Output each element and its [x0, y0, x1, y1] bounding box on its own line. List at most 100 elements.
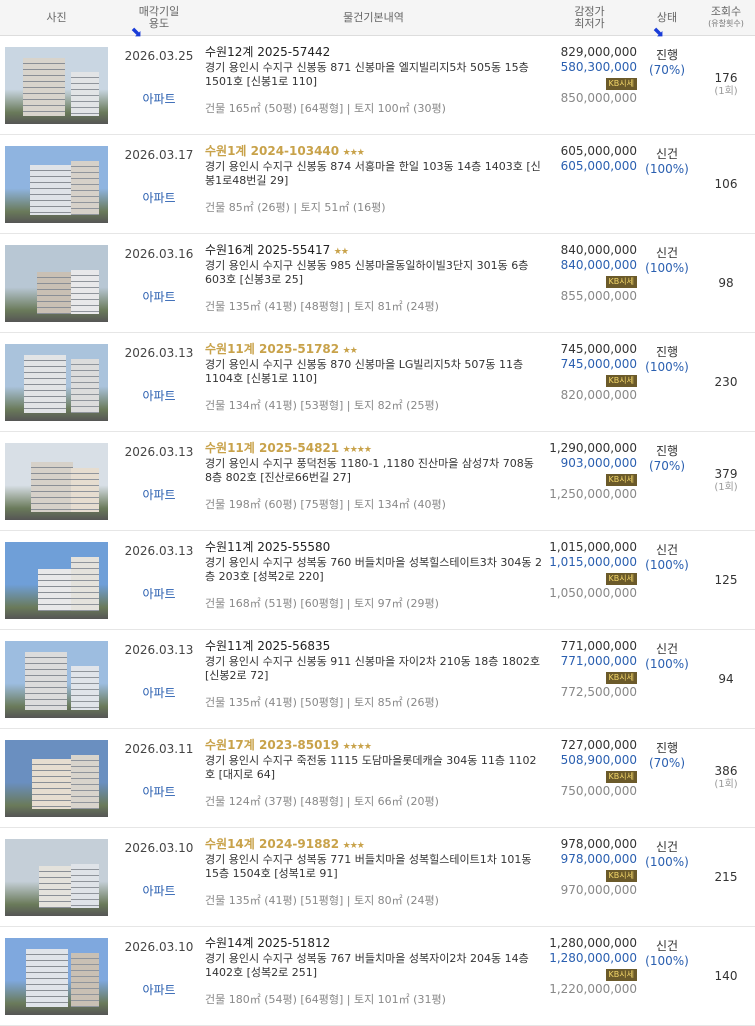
- fail-count: (1회): [714, 779, 738, 790]
- info-cell: 수원1계 2024-103440 ★★★ 경기 용인시 수지구 신봉동 874 …: [205, 135, 542, 233]
- photo-cell: [0, 531, 113, 629]
- property-photo[interactable]: [5, 244, 108, 322]
- case-number-link[interactable]: 수원11계 2025-56835: [205, 639, 330, 653]
- kb-price-badge[interactable]: KB시세: [605, 672, 637, 684]
- table-row[interactable]: 2026.03.17 아파트 수원1계 2024-103440 ★★★ 경기 용…: [0, 135, 755, 234]
- kb-price-badge[interactable]: KB시세: [605, 573, 637, 585]
- appraisal-price: 727,000,000: [560, 738, 637, 752]
- status-cell: 신건 (100%): [637, 630, 697, 728]
- property-photo[interactable]: [5, 739, 108, 817]
- property-address[interactable]: 경기 용인시 수지구 성복동 760 버들치마을 성복힐스테이트3차 304동 …: [205, 556, 542, 584]
- property-type-link[interactable]: 아파트: [113, 981, 205, 998]
- status-label: 신건: [655, 246, 679, 260]
- header-views[interactable]: 조회수 (유찰횟수): [697, 5, 755, 30]
- kb-price-badge[interactable]: KB시세: [605, 474, 637, 486]
- case-number-link[interactable]: 수원16계 2025-55417: [205, 243, 330, 257]
- property-photo[interactable]: [5, 838, 108, 916]
- info-cell: 수원16계 2025-55417 ★★ 경기 용인시 수지구 신봉동 985 신…: [205, 234, 542, 332]
- appraisal-price: 829,000,000: [560, 45, 637, 59]
- property-address[interactable]: 경기 용인시 수지구 신봉동 911 신봉마을 자이2차 210동 18층 18…: [205, 655, 542, 683]
- kb-price-badge[interactable]: KB시세: [605, 771, 637, 783]
- price-cell: 605,000,000 605,000,000: [542, 135, 637, 233]
- kb-price-badge[interactable]: KB시세: [605, 969, 637, 981]
- property-type-link[interactable]: 아파트: [113, 486, 205, 503]
- property-address[interactable]: 경기 용인시 수지구 풍덕천동 1180-1 ,1180 진산마을 삼성7차 7…: [205, 457, 542, 485]
- date-cell: 2026.03.10 아파트: [113, 828, 205, 926]
- auction-table: 사진 매각기일 용도 물건기본내역 감정가 최저가 상태 조회수 (유찰횟수) …: [0, 0, 755, 1026]
- property-type-link[interactable]: 아파트: [113, 684, 205, 701]
- header-status[interactable]: 상태: [637, 11, 697, 24]
- case-number-link[interactable]: 수원11계 2025-54821: [205, 441, 339, 455]
- property-type-link[interactable]: 아파트: [113, 90, 205, 107]
- case-number-link[interactable]: 수원17계 2023-85019: [205, 738, 339, 752]
- case-number-link[interactable]: 수원14계 2024-91882: [205, 837, 339, 851]
- kb-price-badge[interactable]: KB시세: [605, 276, 637, 288]
- table-row[interactable]: 2026.03.11 아파트 수원17계 2023-85019 ★★★★ 경기 …: [0, 729, 755, 828]
- table-row[interactable]: 2026.03.10 아파트 수원14계 2024-91882 ★★★ 경기 용…: [0, 828, 755, 927]
- property-area: 건물 134㎡ (41평) [53평형] | 토지 82㎡ (25평): [205, 399, 439, 412]
- view-count: 230: [714, 375, 738, 389]
- property-type-link[interactable]: 아파트: [113, 189, 205, 206]
- photo-cell: [0, 927, 113, 1025]
- kb-price-badge[interactable]: KB시세: [605, 375, 637, 387]
- building-shape: [71, 754, 99, 809]
- view-count: 379: [714, 467, 738, 481]
- kb-market-price: 750,000,000: [560, 784, 637, 798]
- kb-price-badge[interactable]: KB시세: [605, 870, 637, 882]
- property-photo[interactable]: [5, 46, 108, 124]
- info-cell: 수원11계 2025-56835 경기 용인시 수지구 신봉동 911 신봉마을…: [205, 630, 542, 728]
- kb-market-price: 855,000,000: [560, 289, 637, 303]
- info-cell: 수원11계 2025-55580 경기 용인시 수지구 성복동 760 버들치마…: [205, 531, 542, 629]
- header-price[interactable]: 감정가 최저가: [542, 5, 637, 30]
- building-shape: [25, 651, 67, 710]
- property-type-link[interactable]: 아파트: [113, 783, 205, 800]
- view-count: 94: [718, 672, 734, 686]
- table-row[interactable]: 2026.03.13 아파트 수원11계 2025-54821 ★★★★ 경기 …: [0, 432, 755, 531]
- property-address[interactable]: 경기 용인시 수지구 신봉동 870 신봉마을 LG빌리지5차 507동 11층…: [205, 358, 542, 386]
- status-label: 진행: [655, 345, 679, 359]
- kb-price-badge[interactable]: KB시세: [605, 78, 637, 90]
- property-photo[interactable]: [5, 937, 108, 1015]
- status-cell: 신건 (100%): [637, 234, 697, 332]
- minimum-price: 978,000,000: [560, 852, 637, 866]
- property-photo[interactable]: [5, 541, 108, 619]
- property-address[interactable]: 경기 용인시 수지구 성복동 771 버들치마을 성복힐스테이트1차 101동 …: [205, 853, 542, 881]
- property-type-link[interactable]: 아파트: [113, 585, 205, 602]
- property-photo[interactable]: [5, 343, 108, 421]
- property-type-link[interactable]: 아파트: [113, 387, 205, 404]
- property-address[interactable]: 경기 용인시 수지구 성복동 767 버들치마을 성복자이2차 204동 14층…: [205, 952, 542, 980]
- status-percent: (100%): [645, 162, 689, 176]
- table-row[interactable]: 2026.03.13 아파트 수원11계 2025-56835 경기 용인시 수…: [0, 630, 755, 729]
- table-row[interactable]: 2026.03.25 아파트 수원12계 2025-57442 경기 용인시 수…: [0, 36, 755, 135]
- minimum-price: 508,900,000: [560, 753, 637, 767]
- building-shape: [71, 952, 99, 1007]
- header-date-line2: 용도: [148, 16, 170, 30]
- property-photo[interactable]: [5, 145, 108, 223]
- property-photo[interactable]: [5, 442, 108, 520]
- table-row[interactable]: 2026.03.10 아파트 수원14계 2025-51812 경기 용인시 수…: [0, 927, 755, 1026]
- case-number-link[interactable]: 수원12계 2025-57442: [205, 45, 330, 59]
- property-photo[interactable]: [5, 640, 108, 718]
- header-date[interactable]: 매각기일 용도: [113, 5, 205, 30]
- case-number-link[interactable]: 수원1계 2024-103440: [205, 144, 339, 158]
- rating-stars-icon: ★★: [333, 247, 349, 257]
- case-number-link[interactable]: 수원11계 2025-51782: [205, 342, 339, 356]
- property-address[interactable]: 경기 용인시 수지구 신봉동 874 서홍마을 한일 103동 14층 1403…: [205, 160, 542, 188]
- property-type-link[interactable]: 아파트: [113, 882, 205, 899]
- view-count: 125: [714, 573, 738, 587]
- building-shape: [31, 461, 73, 512]
- table-row[interactable]: 2026.03.13 아파트 수원11계 2025-55580 경기 용인시 수…: [0, 531, 755, 630]
- minimum-price: 1,280,000,000: [549, 951, 637, 965]
- appraisal-price: 840,000,000: [560, 243, 637, 257]
- table-row[interactable]: 2026.03.16 아파트 수원16계 2025-55417 ★★ 경기 용인…: [0, 234, 755, 333]
- case-number-link[interactable]: 수원14계 2025-51812: [205, 936, 330, 950]
- case-number-link[interactable]: 수원11계 2025-55580: [205, 540, 330, 554]
- view-count: 106: [714, 177, 738, 191]
- minimum-price: 903,000,000: [560, 456, 637, 470]
- property-address[interactable]: 경기 용인시 수지구 죽전동 1115 도담마을롯데캐슬 304동 11층 11…: [205, 754, 542, 782]
- property-address[interactable]: 경기 용인시 수지구 신봉동 871 신봉마을 엘지빌리지5차 505동 15층…: [205, 61, 542, 89]
- table-row[interactable]: 2026.03.13 아파트 수원11계 2025-51782 ★★ 경기 용인…: [0, 333, 755, 432]
- property-address[interactable]: 경기 용인시 수지구 신봉동 985 신봉마을동일하이빌3단지 301동 6층 …: [205, 259, 542, 287]
- rating-stars-icon: ★★: [342, 346, 358, 356]
- property-type-link[interactable]: 아파트: [113, 288, 205, 305]
